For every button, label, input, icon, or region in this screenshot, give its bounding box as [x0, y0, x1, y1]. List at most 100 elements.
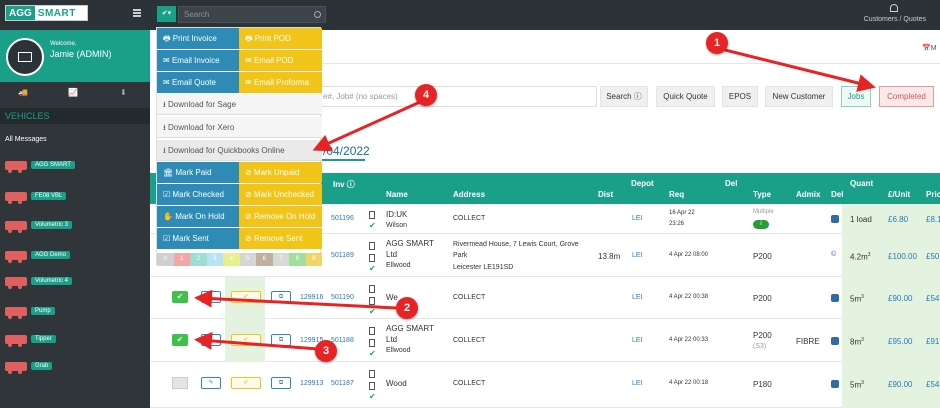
mark-paid-button[interactable]: 🏛 Mark Paid: [157, 162, 239, 183]
vehicle-item[interactable]: AGG Demo: [5, 248, 71, 263]
search-button[interactable]: Search ⓘ: [600, 86, 648, 107]
color-swatch[interactable]: 1: [173, 253, 190, 266]
col-type[interactable]: Type: [753, 190, 771, 199]
delete-button[interactable]: [831, 215, 839, 223]
depot[interactable]: LEI: [632, 252, 643, 259]
epos-button[interactable]: EPOS: [722, 86, 758, 107]
color-swatch[interactable]: 4: [223, 253, 240, 266]
table-row[interactable]: ✔ ✎ ✔ ⧉ 129915 501188 ✔ AGG SMART Ltd El…: [150, 319, 940, 362]
color-swatch[interactable]: 6: [256, 253, 273, 266]
col-unit[interactable]: £/Unit: [888, 190, 910, 199]
date-heading[interactable]: /04/2022: [323, 144, 370, 158]
col-inv[interactable]: Inv ⓘ: [333, 179, 355, 190]
job-number[interactable]: 129916: [300, 294, 323, 301]
download-sage-item[interactable]: ⭳ Download for Sage: [157, 94, 322, 115]
email-invoice-button[interactable]: ✉ Email Invoice: [157, 50, 239, 71]
table-row[interactable]: ✔ ✎ ✔ ⧉ 129916 501190 ✔ We COLLECT LEI 4…: [150, 277, 940, 319]
invoice-number[interactable]: 501189: [331, 252, 354, 259]
color-swatch[interactable]: 2: [190, 253, 207, 266]
document-icon[interactable]: [369, 254, 375, 262]
copy-icon[interactable]: ⧉: [271, 334, 291, 346]
paid-checkbox[interactable]: ✔: [172, 334, 188, 346]
vehicle-item[interactable]: AGG SMART: [5, 158, 75, 173]
bulk-action-dropdown[interactable]: ✔▾: [157, 6, 176, 22]
customers-quotes-link[interactable]: Customers / Quotes: [864, 16, 926, 23]
delete-button[interactable]: [831, 294, 839, 302]
edit-icon[interactable]: ✎: [201, 377, 221, 389]
avatar[interactable]: [6, 38, 44, 76]
edit-icon[interactable]: ✎: [201, 291, 221, 303]
job-filter-input[interactable]: e#, Job# (no spaces): [321, 86, 597, 107]
truck-icon[interactable]: 🚚: [18, 88, 28, 97]
col-del[interactable]: Del: [725, 179, 737, 188]
copyright-icon[interactable]: ©: [831, 251, 836, 258]
email-quote-button[interactable]: ✉ Email Quote: [157, 72, 239, 93]
info-icon[interactable]: i: [753, 220, 769, 229]
document-icon[interactable]: [369, 370, 375, 378]
color-swatch[interactable]: 8: [289, 253, 306, 266]
invoice-number[interactable]: 501196: [331, 215, 354, 222]
col-price[interactable]: Pric: [926, 190, 940, 199]
invoice-number[interactable]: 501187: [331, 380, 354, 387]
color-swatch[interactable]: 3: [206, 253, 223, 266]
col-req[interactable]: Req: [669, 190, 684, 199]
document-icon[interactable]: [369, 211, 375, 219]
color-swatch[interactable]: 5: [239, 253, 256, 266]
vehicle-item[interactable]: Volumetric 4: [5, 274, 73, 289]
document-icon[interactable]: [369, 297, 375, 305]
delete-button[interactable]: [831, 337, 839, 345]
invoice-number[interactable]: 501190: [331, 294, 354, 301]
job-number[interactable]: 129913: [300, 380, 323, 387]
depot[interactable]: LEI: [632, 380, 643, 387]
search-input[interactable]: Search: [178, 6, 326, 23]
calendar-icon[interactable]: 📅M: [922, 44, 937, 52]
col-dist[interactable]: Dist: [598, 190, 613, 199]
document-icon[interactable]: [369, 242, 375, 250]
logo[interactable]: AGG SMART: [5, 5, 88, 21]
remove-sent-button[interactable]: ⊘ Remove Sent: [239, 228, 322, 249]
vehicle-item[interactable]: Pump: [5, 304, 55, 319]
table-row[interactable]: ✎ ✔ ⧉ 129913 501187 ✔ Wood COLLECT LEI 4…: [150, 362, 940, 408]
mark-sent-button[interactable]: ☑ Mark Sent: [157, 228, 239, 249]
jobs-tab[interactable]: Jobs: [841, 86, 871, 107]
quick-quote-button[interactable]: Quick Quote: [656, 86, 715, 107]
print-pod-button[interactable]: 🖶 Print POD: [239, 28, 322, 49]
depot[interactable]: LEI: [632, 337, 643, 344]
color-swatch[interactable]: 7: [272, 253, 289, 266]
mark-unpaid-button[interactable]: ⊘ Mark Unpaid: [239, 162, 322, 183]
col-quant[interactable]: Quant: [850, 179, 873, 188]
chart-icon[interactable]: 📈: [68, 88, 78, 97]
completed-tab[interactable]: Completed: [879, 86, 934, 107]
col-del-action[interactable]: Del: [831, 190, 843, 199]
document-icon[interactable]: [369, 285, 375, 293]
all-messages-link[interactable]: All Messages: [5, 136, 47, 143]
col-depot[interactable]: Depot: [631, 179, 654, 188]
delete-button[interactable]: [831, 380, 839, 388]
col-name[interactable]: Name: [386, 190, 408, 199]
remove-on-hold-button[interactable]: ⊘ Remove On Hold: [239, 206, 322, 227]
copy-icon[interactable]: ⧉: [271, 291, 291, 303]
user-icon[interactable]: [890, 4, 898, 12]
document-icon[interactable]: [369, 327, 375, 335]
copy-icon[interactable]: ⧉: [271, 377, 291, 389]
col-admix[interactable]: Admix: [796, 190, 820, 199]
vehicle-item[interactable]: FE08 VBL: [5, 189, 67, 204]
checked-toggle[interactable]: ✔: [231, 291, 261, 303]
download-xero-item[interactable]: ⭳ Download for Xero: [157, 117, 322, 138]
email-pod-button[interactable]: ✉ Email POD: [239, 50, 322, 71]
menu-toggle-icon[interactable]: [133, 9, 141, 17]
vehicle-item[interactable]: Volumetric 3: [5, 218, 73, 233]
mark-unchecked-button[interactable]: ⊘ Mark Unchecked: [239, 184, 322, 205]
new-customer-button[interactable]: New Customer: [765, 86, 833, 107]
download-icon[interactable]: ⬇: [120, 88, 127, 97]
vehicle-item[interactable]: Grab: [5, 359, 53, 374]
checked-toggle[interactable]: ✔: [231, 377, 261, 389]
color-swatch[interactable]: 0: [157, 253, 174, 266]
mark-checked-button[interactable]: ☑ Mark Checked: [157, 184, 239, 205]
depot[interactable]: LEI: [632, 215, 643, 222]
document-icon[interactable]: [369, 339, 375, 347]
edit-icon[interactable]: ✎: [201, 334, 221, 346]
print-invoice-button[interactable]: 🖶 Print Invoice: [157, 28, 239, 49]
depot[interactable]: LEI: [632, 294, 643, 301]
col-address[interactable]: Address: [453, 190, 485, 199]
